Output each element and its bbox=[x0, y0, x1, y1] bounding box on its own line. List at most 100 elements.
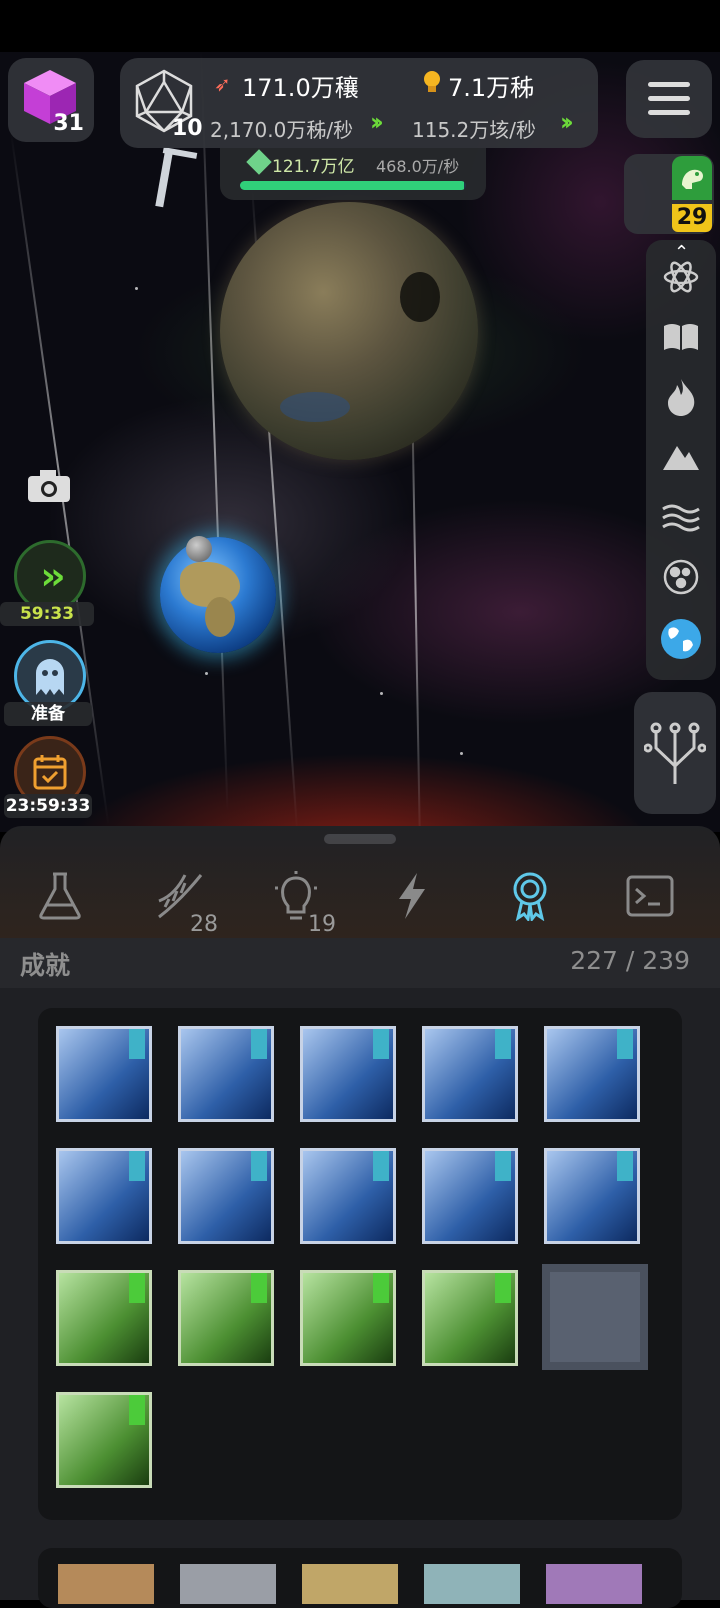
achievement-tile-jellyfish[interactable] bbox=[178, 1026, 274, 1122]
camera-button[interactable] bbox=[26, 468, 72, 504]
achievement-tile-dinosaur[interactable] bbox=[300, 1270, 396, 1366]
dinosaur-icon bbox=[672, 156, 712, 200]
bookmark-icon bbox=[129, 1273, 145, 1303]
secondary-rate-chevron-icon: ›› bbox=[560, 108, 574, 136]
rocket-icon: ➶ bbox=[214, 72, 231, 96]
atom-icon[interactable] bbox=[646, 252, 716, 302]
flask-icon bbox=[39, 872, 81, 920]
achievement-tile-ocean[interactable] bbox=[422, 1148, 518, 1244]
bookmark-icon bbox=[129, 1151, 145, 1181]
tab-console[interactable] bbox=[600, 856, 700, 936]
idea-count: 19 bbox=[308, 912, 336, 937]
era-level: 29 bbox=[672, 204, 712, 232]
tab-ideas[interactable]: 19 bbox=[246, 856, 346, 937]
achievement-tile-lions[interactable] bbox=[544, 1148, 640, 1244]
star bbox=[135, 287, 138, 290]
achievement-tile-dna[interactable] bbox=[56, 1026, 152, 1122]
bookmark-icon bbox=[251, 1151, 267, 1181]
achievement-tile-planet[interactable] bbox=[300, 1148, 396, 1244]
gem-icon bbox=[246, 149, 272, 175]
calendar-icon bbox=[33, 755, 67, 790]
bookmark-icon bbox=[617, 1029, 633, 1059]
achievement-tile-meteor[interactable] bbox=[178, 1270, 274, 1366]
d20-count: 10 bbox=[172, 116, 203, 141]
achievement-tile-skull[interactable] bbox=[56, 1270, 152, 1366]
waves-icon[interactable] bbox=[646, 492, 716, 542]
hamburger-icon bbox=[648, 82, 690, 116]
molecule-tile[interactable] bbox=[424, 1564, 520, 1604]
primary-value: 171.0万穰 bbox=[242, 74, 359, 102]
molecule-tile[interactable] bbox=[546, 1564, 642, 1604]
molecule-tile[interactable] bbox=[180, 1564, 276, 1604]
tab-achievements[interactable] bbox=[480, 856, 580, 936]
award-icon bbox=[513, 872, 547, 921]
bookmark-icon bbox=[251, 1029, 267, 1059]
secondary-rate: 115.2万垓/秒 bbox=[412, 118, 536, 142]
molecule-tile[interactable] bbox=[302, 1564, 398, 1604]
star bbox=[205, 672, 208, 675]
gem-progress-track bbox=[240, 181, 466, 190]
bookmark-icon bbox=[495, 1029, 511, 1059]
molecule-tile[interactable] bbox=[58, 1564, 154, 1604]
bottom-sheet: 28 19 成就 227 / 239 bbox=[0, 826, 720, 1608]
mountain-icon[interactable] bbox=[646, 432, 716, 482]
terminal-icon bbox=[626, 875, 674, 917]
achievement-tile-cyborg[interactable] bbox=[178, 1148, 274, 1244]
bookmark-icon bbox=[373, 1029, 389, 1059]
cube-count: 31 bbox=[53, 111, 84, 136]
lightning-icon bbox=[399, 873, 425, 919]
achievements-progress: 227 / 239 bbox=[570, 946, 690, 975]
era-badge-button[interactable]: 29 bbox=[624, 154, 714, 234]
achievement-tile-face[interactable] bbox=[56, 1148, 152, 1244]
tab-energy[interactable] bbox=[362, 856, 462, 936]
bookmark-icon bbox=[373, 1151, 389, 1181]
bookmark-icon bbox=[129, 1029, 145, 1059]
primary-rate-chevron-icon: ›› bbox=[370, 108, 384, 136]
fast-forward-icon: ›› bbox=[40, 554, 65, 598]
probe bbox=[155, 151, 173, 208]
cube-button[interactable]: 31 bbox=[8, 58, 94, 142]
ghost-label: 准备 bbox=[4, 702, 92, 726]
moon bbox=[186, 536, 212, 562]
tab-genetics[interactable]: 28 bbox=[130, 856, 230, 937]
bookmark-icon bbox=[495, 1273, 511, 1303]
dna-count: 28 bbox=[190, 912, 218, 937]
achievement-tile-lizard[interactable] bbox=[56, 1392, 152, 1488]
achievement-tile-reptile[interactable] bbox=[422, 1270, 518, 1366]
earth-planet[interactable] bbox=[160, 537, 276, 653]
achievements-title: 成就 bbox=[20, 951, 71, 980]
fire-icon[interactable] bbox=[646, 372, 716, 422]
right-sidebar: ⌃ bbox=[646, 240, 716, 680]
lightbulb-small-icon bbox=[422, 70, 442, 94]
gas-planet[interactable] bbox=[220, 202, 478, 460]
gem-rate: 468.0万/秒 bbox=[376, 157, 460, 176]
book-icon[interactable] bbox=[646, 312, 716, 362]
gem-progress-fill bbox=[240, 181, 464, 190]
bookmark-icon bbox=[251, 1273, 267, 1303]
cell-icon[interactable] bbox=[646, 552, 716, 602]
calendar-timer: 23:59:33 bbox=[4, 794, 92, 818]
menu-button[interactable] bbox=[626, 60, 712, 138]
bookmark-icon bbox=[495, 1151, 511, 1181]
globe-icon[interactable] bbox=[646, 614, 716, 664]
bookmark-icon bbox=[373, 1273, 389, 1303]
resource-panel: 10 ➶ 171.0万穰 7.1万秭 2,170.0万秭/秒 ›› 115.2万… bbox=[120, 58, 598, 148]
bookmark-icon bbox=[129, 1395, 145, 1425]
tab-research[interactable] bbox=[10, 856, 110, 936]
achievement-tile-locked[interactable] bbox=[542, 1264, 648, 1370]
ghost-icon bbox=[36, 659, 64, 695]
star bbox=[380, 692, 383, 695]
gem-value: 121.7万亿 bbox=[272, 157, 355, 177]
gem-resource-panel: 121.7万亿 468.0万/秒 bbox=[220, 148, 486, 200]
secondary-value: 7.1万秭 bbox=[448, 74, 535, 102]
camera-icon bbox=[28, 470, 70, 502]
achievement-tile-whale[interactable] bbox=[300, 1026, 396, 1122]
achievement-tile-rock[interactable] bbox=[422, 1026, 518, 1122]
tech-tree-button[interactable] bbox=[634, 692, 716, 814]
achievement-tile-humans[interactable] bbox=[544, 1026, 640, 1122]
boost-timer: 59:33 bbox=[0, 602, 94, 626]
achievement-grid bbox=[38, 1008, 682, 1520]
star bbox=[460, 752, 463, 755]
bookmark-icon bbox=[617, 1151, 633, 1181]
primary-rate: 2,170.0万秭/秒 bbox=[210, 118, 354, 142]
